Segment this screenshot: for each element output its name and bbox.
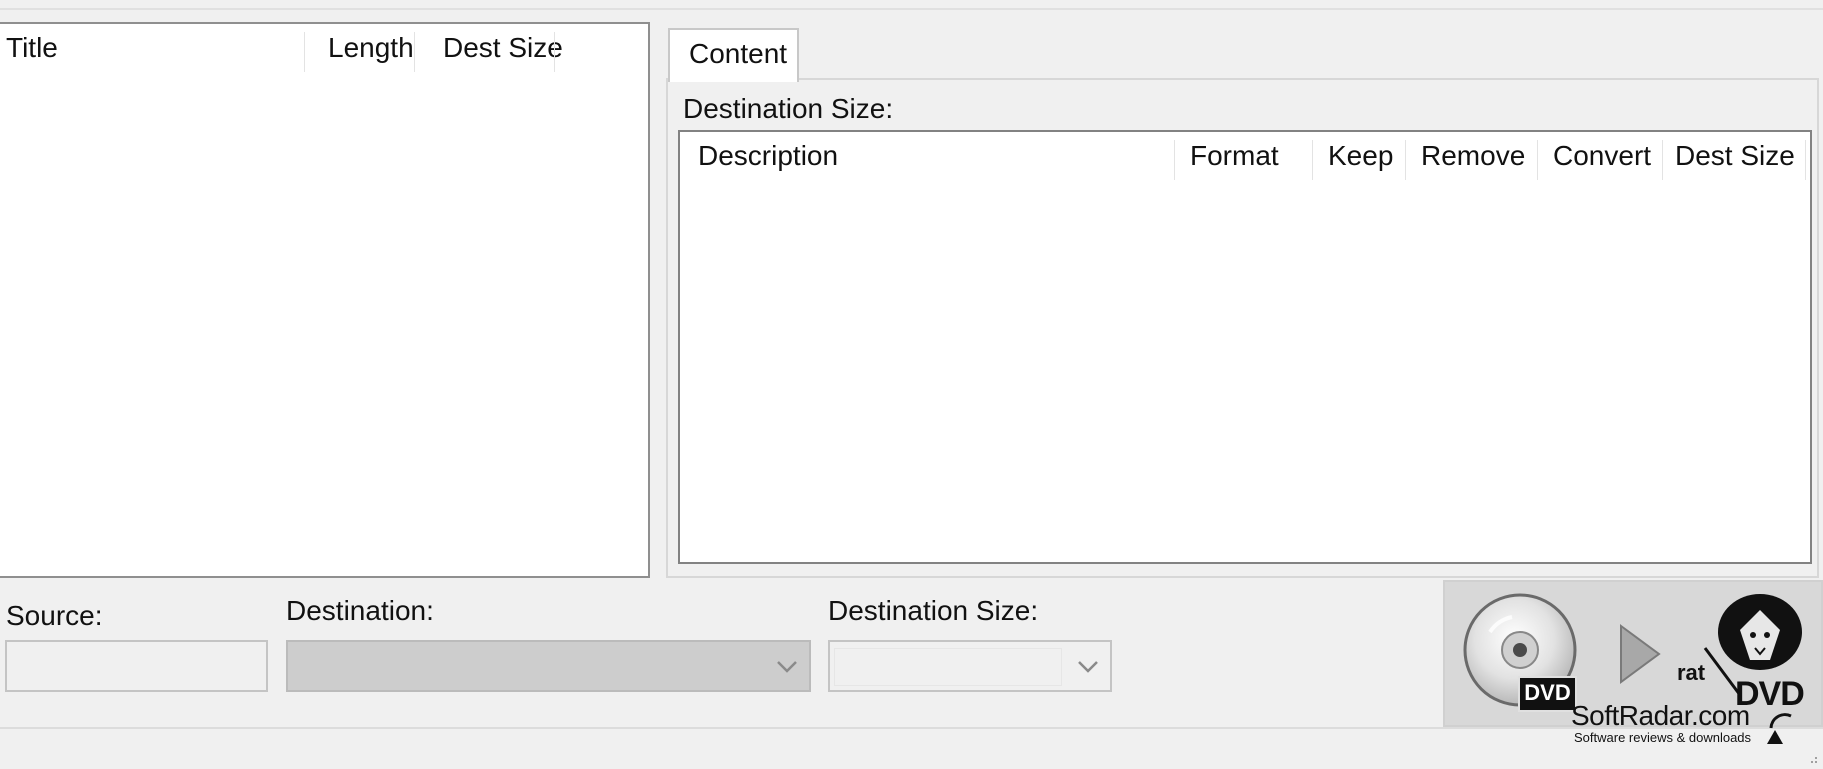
destination-size-value (834, 648, 1062, 686)
destination-select[interactable] (286, 640, 811, 692)
dvd-badge: DVD (1518, 676, 1577, 712)
tab-content-label: Content (689, 38, 788, 69)
column-header-dest-size[interactable]: Dest Size (1675, 132, 1795, 180)
column-separator[interactable] (1405, 140, 1406, 180)
column-header-title[interactable]: Title (6, 24, 58, 72)
ratdvd-logo[interactable]: rat DVD (1677, 590, 1805, 715)
content-list[interactable]: Description Format Keep Remove Convert D… (678, 130, 1812, 564)
chevron-down-icon[interactable] (1072, 648, 1104, 684)
destination-size-bottom-label: Destination Size: (828, 595, 1039, 626)
resize-grip-icon[interactable] (1805, 751, 1819, 765)
column-separator[interactable] (1174, 140, 1175, 180)
destination-size-label: Destination Size: (683, 93, 894, 124)
column-separator[interactable] (1805, 140, 1806, 180)
column-separator[interactable] (414, 32, 415, 72)
top-strip (0, 0, 1823, 10)
source-dvd-button[interactable]: DVD (1460, 592, 1585, 717)
destination-size-select[interactable] (828, 640, 1112, 692)
column-header-length[interactable]: Length (328, 24, 414, 72)
source-label: Source: (6, 600, 103, 631)
column-separator[interactable] (1312, 140, 1313, 180)
column-header-remove[interactable]: Remove (1421, 132, 1525, 180)
column-header-keep[interactable]: Keep (1328, 132, 1393, 180)
column-separator[interactable] (1662, 140, 1663, 180)
status-bar (0, 727, 1823, 769)
ratdvd-logo-big-text: DVD (1735, 675, 1805, 713)
tab-content[interactable]: Content (668, 28, 799, 82)
column-separator[interactable] (1537, 140, 1538, 180)
column-separator[interactable] (304, 32, 305, 72)
source-field[interactable] (5, 640, 268, 692)
destination-label: Destination: (286, 595, 434, 626)
column-separator[interactable] (554, 32, 555, 72)
ratdvd-logo-small-text: rat (1677, 660, 1706, 685)
source-value (11, 646, 262, 686)
column-header-description[interactable]: Description (698, 132, 838, 180)
column-header-convert[interactable]: Convert (1553, 132, 1651, 180)
action-panel: DVD rat DVD (1443, 580, 1823, 727)
titles-list[interactable]: Title Length Dest Size (0, 22, 650, 578)
chevron-down-icon[interactable] (771, 648, 803, 684)
play-arrow-icon[interactable] (1615, 622, 1665, 687)
column-header-format[interactable]: Format (1190, 132, 1279, 180)
column-header-dest-size[interactable]: Dest Size (443, 24, 563, 72)
